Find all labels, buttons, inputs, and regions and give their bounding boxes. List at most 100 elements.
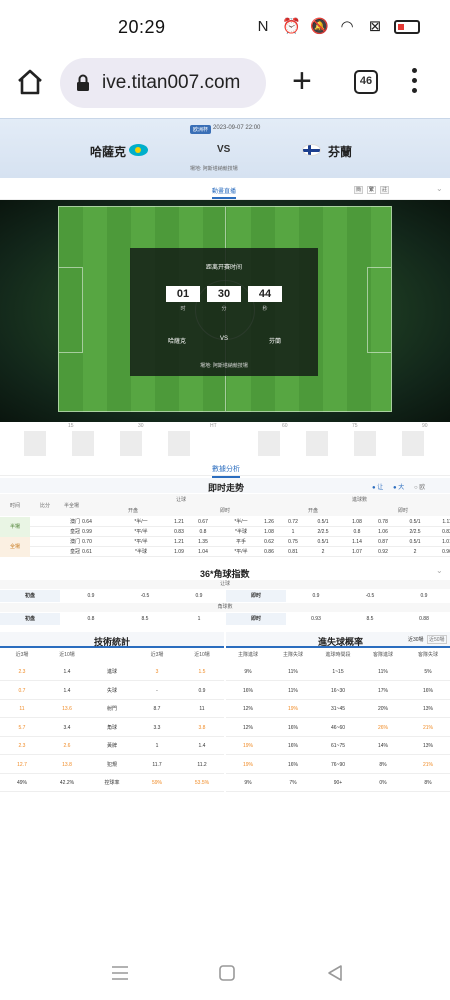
ou-value: 1.01 (442, 539, 450, 545)
prob-header: 主隊進球 (237, 652, 258, 658)
prob-cell: 16% (287, 724, 298, 731)
tech-header: 近3場 (15, 652, 29, 658)
simplified-button[interactable]: 簡 (354, 186, 363, 194)
note-button[interactable]: 註 (380, 186, 389, 194)
countdown-vs: VS (220, 336, 229, 342)
overflow-menu-icon[interactable] (412, 68, 418, 96)
col-handicap: 让球 (176, 497, 187, 503)
timeline-tick: HT (210, 423, 217, 429)
prob-cell: 21% (422, 724, 433, 731)
tech-cell: 失球 (106, 687, 117, 694)
tech-header: 近10場 (194, 652, 210, 658)
tech-cell: 13.8 (62, 761, 72, 768)
period-full: 全場 (0, 537, 30, 557)
handicap-value: 0.70 (82, 539, 92, 545)
corner-index-title: 36*角球指数 (200, 569, 250, 579)
col-company: 半全場 (64, 503, 80, 509)
home-icon[interactable] (16, 68, 44, 96)
prob-cell: 17% (377, 687, 388, 694)
tech-header: 近10場 (59, 652, 75, 658)
tech-cell: 53.5% (194, 780, 210, 786)
tab-switcher-button[interactable]: 46 (354, 70, 378, 94)
tech-cell: 0.9 (198, 687, 206, 694)
handicap-value: 0.86 (264, 549, 274, 555)
prob-cell: 20% (377, 706, 388, 712)
legend-euro[interactable]: ○ 欧 (414, 482, 425, 491)
home-nav-icon[interactable] (218, 964, 236, 982)
corner-value: 0.9 (312, 593, 320, 599)
pitch-animation: 距离开赛时间 01 30 44 时 分 秒 哈薩克 VS 芬蘭 場地: 阿斯塔納… (0, 200, 450, 422)
prob-cell: 26% (377, 724, 388, 731)
handicap-value: 1.35 (198, 539, 208, 545)
prob-cell: 9% (244, 780, 252, 786)
tech-cell: 2.3 (18, 743, 26, 749)
handicap-value: 1.21 (174, 539, 184, 545)
last50-button[interactable]: 近50場 (427, 635, 447, 644)
ou-value: 1 (291, 529, 295, 535)
sim-icon: ⊠ (368, 18, 382, 35)
row-divider (226, 791, 450, 792)
away-team-name[interactable]: 芬蘭 (328, 143, 352, 160)
live-trend-title: 即时走势 (208, 483, 245, 493)
back-icon[interactable] (326, 964, 344, 982)
tech-cell: 11.7 (152, 761, 162, 768)
handicap-value: 1.04 (198, 549, 208, 555)
browser-toolbar: ive.titan007.com + 46 (0, 56, 450, 112)
timeline-tick: 75 (352, 423, 358, 429)
corner-value: 8.5 (141, 616, 149, 622)
new-tab-button[interactable]: + (292, 64, 312, 98)
match-timeline: 15 30 HT 60 75 90 (0, 422, 450, 458)
url-text: ive.titan007.com (102, 72, 241, 93)
prob-header: 進球時間段 (325, 652, 351, 658)
ou-value: 2/2.5 (409, 529, 421, 535)
tech-stats-title: 技術統計 (94, 637, 131, 647)
kazakhstan-flag-icon (129, 144, 148, 156)
alarm-icon: ⏰ (282, 18, 301, 35)
corner-row: 初盘 0.8 8.5 1 即时 0.93 8.5 0.88 (0, 613, 450, 625)
handicap-value: *平/半 (234, 549, 248, 555)
tech-cell: 1 (155, 743, 159, 749)
prob-cell: 1~15 (332, 669, 344, 675)
tech-cell: 11 (199, 706, 205, 712)
tech-cell: 5.7 (18, 724, 26, 731)
home-team-name[interactable]: 哈薩克 (90, 143, 126, 160)
ou-value: 2 (321, 549, 325, 555)
collapse-chevron-icon[interactable]: ⌄ (436, 566, 443, 575)
venue-text: 場地: 阿斯塔納競技場 (190, 166, 238, 172)
tab-animation-live[interactable]: 動畫直播 (212, 186, 237, 199)
ou-value: 0.92 (378, 549, 388, 555)
prob-cell: 8% (424, 780, 432, 786)
legend-over[interactable]: ● 大 (393, 482, 404, 491)
mute-icon: 🔕 (310, 18, 329, 35)
goal-prob-header: 進失球概率 近30場 近50場 (226, 632, 450, 648)
traditional-button[interactable]: 繁 (367, 186, 376, 194)
legend-handicap[interactable]: ● 让 (372, 482, 383, 491)
countdown-minutes: 30 (207, 286, 241, 302)
prob-cell: 0% (379, 780, 387, 786)
tech-cell: 犯規 (106, 761, 117, 768)
tech-cell: 3 (155, 669, 159, 675)
prob-header: 客隊失球 (417, 652, 438, 658)
corner-label-open: 初盘 (0, 613, 60, 625)
address-bar[interactable]: ive.titan007.com (60, 58, 266, 108)
col-live-o: 即时 (398, 508, 409, 514)
corner-index-header: 36*角球指数 ⌄ (0, 564, 450, 580)
wifi-icon: ◠ (340, 18, 354, 35)
handicap-value: 0.62 (264, 539, 274, 545)
ou-value: 0.78 (378, 519, 388, 525)
handicap-value: 0.67 (198, 519, 208, 525)
corner-label-live: 即时 (226, 613, 286, 625)
recent-apps-icon[interactable] (110, 964, 130, 982)
countdown-title: 距离开赛时间 (205, 265, 242, 271)
last30-button[interactable]: 近30場 (408, 636, 424, 643)
analysis-tab-bar: 數據分析 (0, 460, 450, 478)
finland-flag-icon (302, 144, 321, 156)
ou-value: 0.5/1 (317, 539, 329, 545)
ou-value: 0.8 (353, 529, 361, 535)
prob-cell: 90+ (333, 780, 343, 786)
collapse-chevron-icon[interactable]: ⌄ (436, 184, 443, 193)
tech-cell: 黃牌 (106, 743, 117, 749)
handicap-value: 0.64 (82, 519, 92, 525)
tab-data-analysis[interactable]: 數據分析 (212, 464, 240, 478)
goal-prob-title: 進失球概率 (318, 637, 364, 647)
